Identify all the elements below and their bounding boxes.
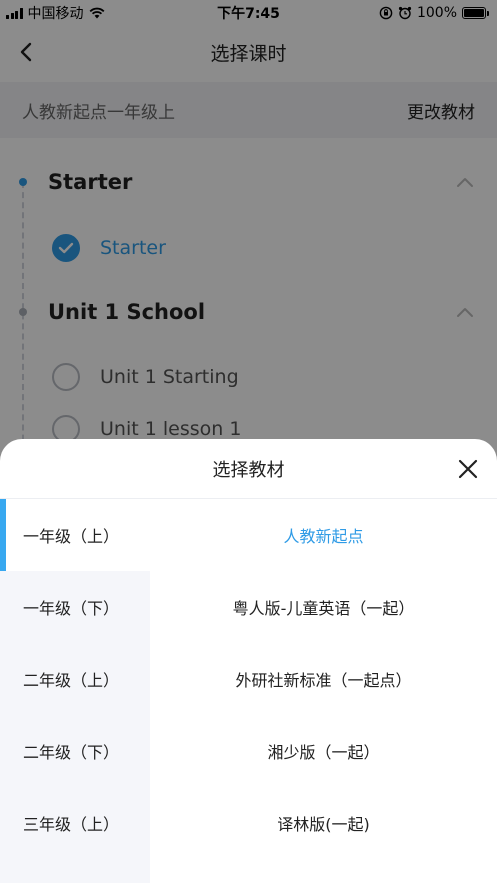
textbook-item[interactable]: 粤人版-儿童英语（一起）	[150, 571, 497, 643]
grade-item[interactable]: 一年级（上）	[0, 499, 150, 571]
sheet-title: 选择教材	[212, 459, 285, 481]
textbook-item[interactable]: 译林版(一起)	[150, 787, 497, 859]
grade-item[interactable]: 一年级（下）	[0, 571, 150, 643]
textbook-picker-sheet: 选择教材 一年级（上） 一年级（下） 二年级（上） 二年级（下） 三年级（上） …	[0, 439, 497, 883]
sheet-header: 选择教材	[0, 439, 497, 499]
grade-item[interactable]: 三年级（上）	[0, 787, 150, 859]
close-button[interactable]	[455, 456, 481, 482]
textbook-item[interactable]: 湘少版（一起）	[150, 715, 497, 787]
textbook-item[interactable]: 外研社新标准（一起点）	[150, 643, 497, 715]
textbook-item[interactable]: 人教新起点	[150, 499, 497, 571]
grade-list: 一年级（上） 一年级（下） 二年级（上） 二年级（下） 三年级（上）	[0, 499, 150, 883]
grade-item[interactable]: 二年级（下）	[0, 715, 150, 787]
sheet-body: 一年级（上） 一年级（下） 二年级（上） 二年级（下） 三年级（上） 人教新起点…	[0, 499, 497, 883]
textbook-list: 人教新起点 粤人版-儿童英语（一起） 外研社新标准（一起点） 湘少版（一起） 译…	[150, 499, 497, 883]
close-icon	[458, 459, 478, 479]
grade-item[interactable]: 二年级（上）	[0, 643, 150, 715]
